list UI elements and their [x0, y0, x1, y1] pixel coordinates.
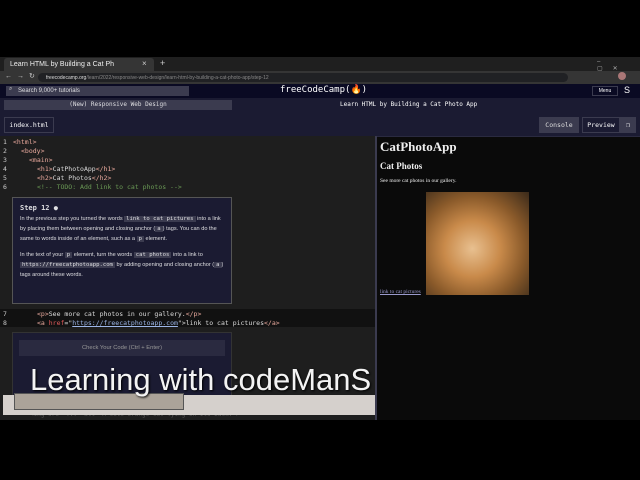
code-punct: "> — [177, 319, 186, 327]
instruction-paragraph: In the text of your p element, turn the … — [20, 250, 224, 280]
code-tag: </h2> — [91, 174, 112, 182]
code-text: Cat Photos — [52, 174, 92, 182]
step-status-icon: ● — [53, 204, 58, 212]
code-tag: <h2> — [37, 174, 53, 182]
profile-avatar[interactable] — [618, 72, 626, 80]
breadcrumb-project[interactable]: Learn HTML by Building a Cat Photo App — [340, 100, 477, 110]
browser-tab[interactable]: Learn HTML by Building a Cat Ph — [4, 58, 154, 71]
inline-code: cat photos — [133, 252, 172, 258]
text: In the text of your — [20, 252, 65, 258]
line-number: 3 — [3, 156, 7, 164]
fcc-logo[interactable]: freeCodeCamp(🔥) — [280, 85, 367, 95]
code-line-4: <h1>CatPhotoApp</h1> — [37, 165, 115, 173]
console-button[interactable]: Console — [539, 117, 579, 133]
line-number: 5 — [3, 174, 7, 182]
menu-button[interactable]: Menu — [592, 86, 618, 96]
line-number: 1 — [3, 138, 7, 146]
cat-photo-image — [426, 192, 529, 295]
code-line-5: <h2>Cat Photos</h2> — [37, 174, 111, 182]
nav-buttons-icon[interactable]: ←→↻ — [5, 72, 40, 80]
code-line-1: <html> — [13, 138, 37, 146]
code-tag: <a — [37, 319, 49, 327]
text: In the previous step you turned the word… — [20, 216, 125, 222]
preview-heading-1: CatPhotoApp — [380, 139, 457, 154]
tab-title: Learn HTML by Building a Cat Ph — [10, 61, 115, 68]
file-tab-index-html[interactable]: index.html — [4, 117, 54, 133]
popout-preview-icon[interactable]: ❐ — [620, 117, 636, 133]
text: element, turn the words — [72, 252, 134, 258]
code-tag: <p> — [37, 310, 49, 318]
url-input[interactable]: freecodecamp.org/learn/2022/responsive-w… — [38, 73, 568, 82]
code-text: See more cat photos in our gallery. — [48, 310, 186, 318]
code-tag: </h1> — [95, 165, 116, 173]
streak-icon[interactable]: S — [624, 85, 630, 95]
code-line-8: <a href="https://freecatphotoapp.com">li… — [37, 319, 280, 327]
inline-code: a — [155, 226, 163, 232]
code-tag: <h1> — [37, 165, 53, 173]
line-number: 2 — [3, 147, 7, 155]
preview-heading-2: Cat Photos — [380, 161, 423, 171]
code-text: link to cat pictures — [185, 319, 265, 327]
line-number: 8 — [3, 319, 7, 327]
inline-code: a — [214, 262, 222, 268]
inline-code: https://freecatphotoapp.com — [20, 262, 115, 268]
code-line-7: <p>See more cat photos in our gallery.</… — [37, 310, 201, 318]
step-title: Step 12 ● — [20, 203, 224, 213]
inline-code: link to cat pictures — [124, 216, 196, 222]
code-string: https://freecatphotoapp.com — [72, 319, 178, 327]
code-line-3: <main> — [29, 156, 53, 164]
step-title-text: Step 12 — [20, 204, 50, 212]
preview-paragraph: See more cat photos in our gallery. — [380, 178, 457, 184]
preview-button[interactable]: Preview — [582, 117, 620, 133]
code-line-6: <!-- TODO: Add link to cat photos --> — [37, 183, 182, 191]
instructions-panel: Step 12 ● In the previous step you turne… — [12, 197, 232, 304]
code-attr: href — [48, 319, 65, 327]
close-tab-icon[interactable]: × — [142, 59, 147, 68]
inline-code: p — [136, 236, 144, 242]
check-code-button[interactable]: Check Your Code (Ctrl + Enter) — [19, 340, 225, 356]
code-tag: </p> — [185, 310, 202, 318]
url-host: freecodecamp.org — [46, 75, 87, 81]
search-icon: ⌕ — [9, 86, 13, 92]
instruction-paragraph: In the previous step you turned the word… — [20, 214, 224, 244]
search-input[interactable]: Search 9,000+ tutorials — [6, 86, 189, 96]
code-text: CatPhotoApp — [52, 165, 96, 173]
new-tab-icon[interactable]: + — [160, 58, 165, 68]
preview-link[interactable]: link to cat pictures — [380, 289, 421, 295]
video-caption: Learning with codeManS — [30, 362, 372, 397]
search-placeholder: Search 9,000+ tutorials — [18, 88, 80, 94]
text: into a link to — [171, 252, 203, 258]
line-number: 7 — [3, 310, 7, 318]
code-line-2: <body> — [21, 147, 45, 155]
breadcrumb-course[interactable]: (New) Responsive Web Design — [4, 100, 232, 110]
text: by adding opening and closing anchor ( — [114, 262, 215, 268]
line-number: 4 — [3, 165, 7, 173]
text: element. — [143, 236, 167, 242]
url-path: /learn/2022/responsive-web-design/learn-… — [86, 75, 269, 81]
line-number: 6 — [3, 183, 7, 191]
code-tag: </a> — [264, 319, 280, 327]
